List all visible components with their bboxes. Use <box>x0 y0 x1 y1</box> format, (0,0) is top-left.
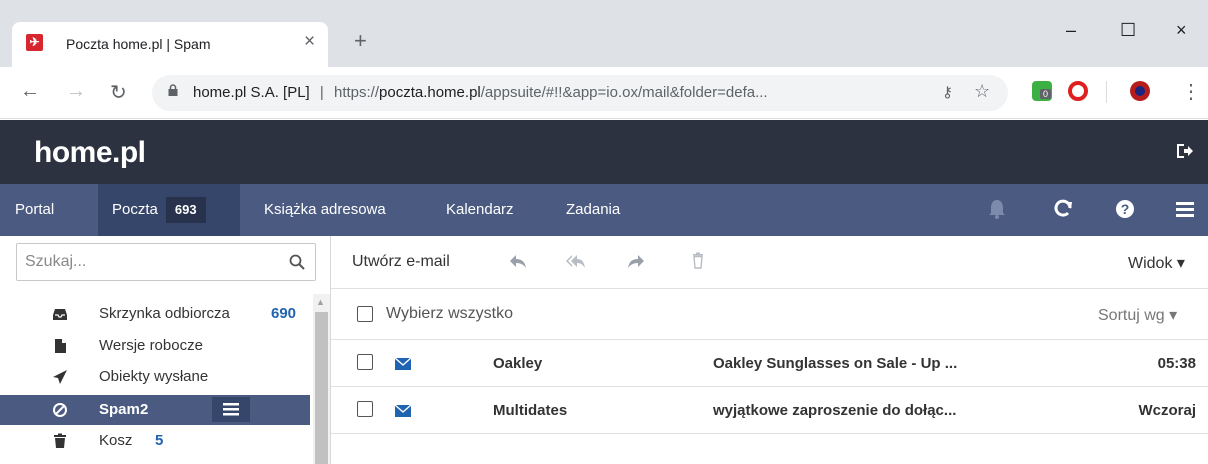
browser-tab-strip: ✈ Poczta home.pl | Spam × + – ☐ × <box>0 0 1208 67</box>
reload-icon[interactable]: ↻ <box>110 80 127 105</box>
spam-icon <box>53 403 67 417</box>
folder-label: Obiekty wysłane <box>99 368 209 385</box>
toolbar-divider <box>1106 81 1107 103</box>
nav-contacts[interactable]: Książka adresowa <box>264 184 386 236</box>
window-maximize-button[interactable]: ☐ <box>1120 20 1136 41</box>
mail-row[interactable]: Oakley Oakley Sunglasses on Sale - Up ..… <box>331 341 1208 387</box>
app-header: home.pl <box>0 120 1208 184</box>
folder-inbox[interactable]: Skrzynka odbiorcza 690 <box>0 299 310 329</box>
menu-icon[interactable] <box>1174 198 1196 220</box>
nav-mail[interactable]: Poczta 693 <box>98 184 240 236</box>
search-input[interactable] <box>25 251 275 273</box>
compose-button[interactable]: Utwórz e-mail <box>352 253 450 271</box>
help-icon[interactable]: ? <box>1114 198 1136 220</box>
mail-row[interactable]: Multidates wyjątkowe zaproszenie do dołą… <box>331 388 1208 434</box>
select-all-label[interactable]: Wybierz wszystko <box>386 305 513 323</box>
mail-unread-badge: 693 <box>165 197 206 224</box>
opera-extension-icon[interactable] <box>1068 81 1088 101</box>
mail-subject: wyjątkowe zaproszenie do dołąc... <box>713 402 957 419</box>
new-tab-button[interactable]: + <box>354 28 367 54</box>
search-field[interactable] <box>16 243 316 281</box>
mail-subject: Oakley Sunglasses on Sale - Up ... <box>713 355 958 372</box>
hamburger-icon <box>223 403 239 416</box>
extension-puzzle-icon[interactable]: 0 <box>1032 81 1052 101</box>
url-text: home.pl S.A. [PL] | https://poczta.home.… <box>193 84 768 101</box>
site-identity: home.pl S.A. [PL] <box>193 84 310 101</box>
reply-all-icon[interactable] <box>566 252 586 270</box>
mail-time: 05:38 <box>1157 355 1196 372</box>
list-header: Wybierz wszystko Sortuj wg ▾ <box>331 289 1208 340</box>
folder-trash[interactable]: Kosz 5 <box>0 426 310 456</box>
folder-label: Skrzynka odbiorcza <box>99 305 230 322</box>
delete-icon[interactable] <box>688 252 708 270</box>
folder-count: 690 <box>271 305 297 322</box>
app-navigation: Portal Poczta 693 Książka adresowa Kalend… <box>0 184 1208 236</box>
select-all-checkbox[interactable] <box>357 306 373 322</box>
mail-from: Multidates <box>493 402 568 419</box>
mail-time: Wczoraj <box>1138 402 1196 419</box>
inbox-icon <box>53 309 67 320</box>
logout-icon[interactable] <box>1176 142 1194 160</box>
drafts-icon <box>55 339 66 353</box>
bookmark-star-icon[interactable]: ☆ <box>974 81 990 102</box>
window-close-button[interactable]: × <box>1176 20 1187 41</box>
sidebar-scrollbar[interactable]: ▲ <box>313 294 330 464</box>
trash-icon <box>54 433 66 448</box>
url-prefix: https:// <box>333 84 380 101</box>
lock-icon <box>168 84 178 96</box>
folder-options-button[interactable] <box>212 397 250 422</box>
app-logo[interactable]: home.pl <box>34 136 146 170</box>
folder-label: Kosz <box>99 432 133 449</box>
sort-dropdown[interactable]: Sortuj wg ▾ <box>1098 305 1177 325</box>
tab-close-icon[interactable]: × <box>304 31 315 53</box>
unread-envelope-icon[interactable] <box>395 405 411 417</box>
window-minimize-button[interactable]: – <box>1066 20 1076 41</box>
svg-text:?: ? <box>1121 201 1130 217</box>
folder-sent[interactable]: Obiekty wysłane <box>0 362 310 392</box>
view-dropdown[interactable]: Widok ▾ <box>1128 253 1185 273</box>
address-bar[interactable]: home.pl S.A. [PL] | https://poczta.home.… <box>152 75 1008 111</box>
forward-icon[interactable]: → <box>66 80 86 103</box>
sent-icon <box>53 370 67 384</box>
mail-checkbox[interactable] <box>357 354 373 370</box>
search-icon[interactable] <box>289 254 305 270</box>
mail-checkbox[interactable] <box>357 401 373 417</box>
browser-menu-icon[interactable]: ⋮ <box>1181 79 1201 104</box>
folder-count: 2 <box>140 401 149 418</box>
unread-envelope-icon[interactable] <box>395 358 411 370</box>
folder-count: 5 <box>155 432 164 449</box>
nav-mail-label: Poczta <box>112 201 158 218</box>
folder-drafts[interactable]: Wersje robocze <box>0 331 310 361</box>
browser-toolbar: ← → ↻ home.pl S.A. [PL] | https://poczta… <box>0 67 1208 119</box>
scroll-up-icon[interactable]: ▲ <box>316 297 325 307</box>
site-favicon-icon: ✈ <box>26 34 43 51</box>
refresh-icon[interactable] <box>1052 198 1074 220</box>
url-host: poczta.home.pl <box>379 84 481 101</box>
nav-calendar[interactable]: Kalendarz <box>446 184 514 236</box>
forward-icon[interactable] <box>626 252 646 270</box>
extension-badge: 0 <box>1040 89 1052 99</box>
folder-spam[interactable]: Spam 2 <box>0 395 310 425</box>
key-icon[interactable]: ⚷ <box>942 83 953 101</box>
browser-tab[interactable]: ✈ Poczta home.pl | Spam × <box>12 22 328 67</box>
back-icon[interactable]: ← <box>20 80 40 103</box>
bell-icon[interactable] <box>986 198 1008 220</box>
scrollbar-thumb[interactable] <box>315 312 328 464</box>
folder-label: Spam <box>99 401 140 418</box>
nav-tasks[interactable]: Zadania <box>566 184 620 236</box>
tab-title: Poczta home.pl | Spam <box>66 36 211 52</box>
folder-label: Wersje robocze <box>99 337 203 354</box>
profile-avatar[interactable] <box>1130 81 1150 101</box>
nav-portal[interactable]: Portal <box>15 184 54 236</box>
reply-icon[interactable] <box>508 252 528 270</box>
url-path: /appsuite/#!!&app=io.ox/mail&folder=defa… <box>480 84 768 101</box>
mail-from: Oakley <box>493 355 543 372</box>
